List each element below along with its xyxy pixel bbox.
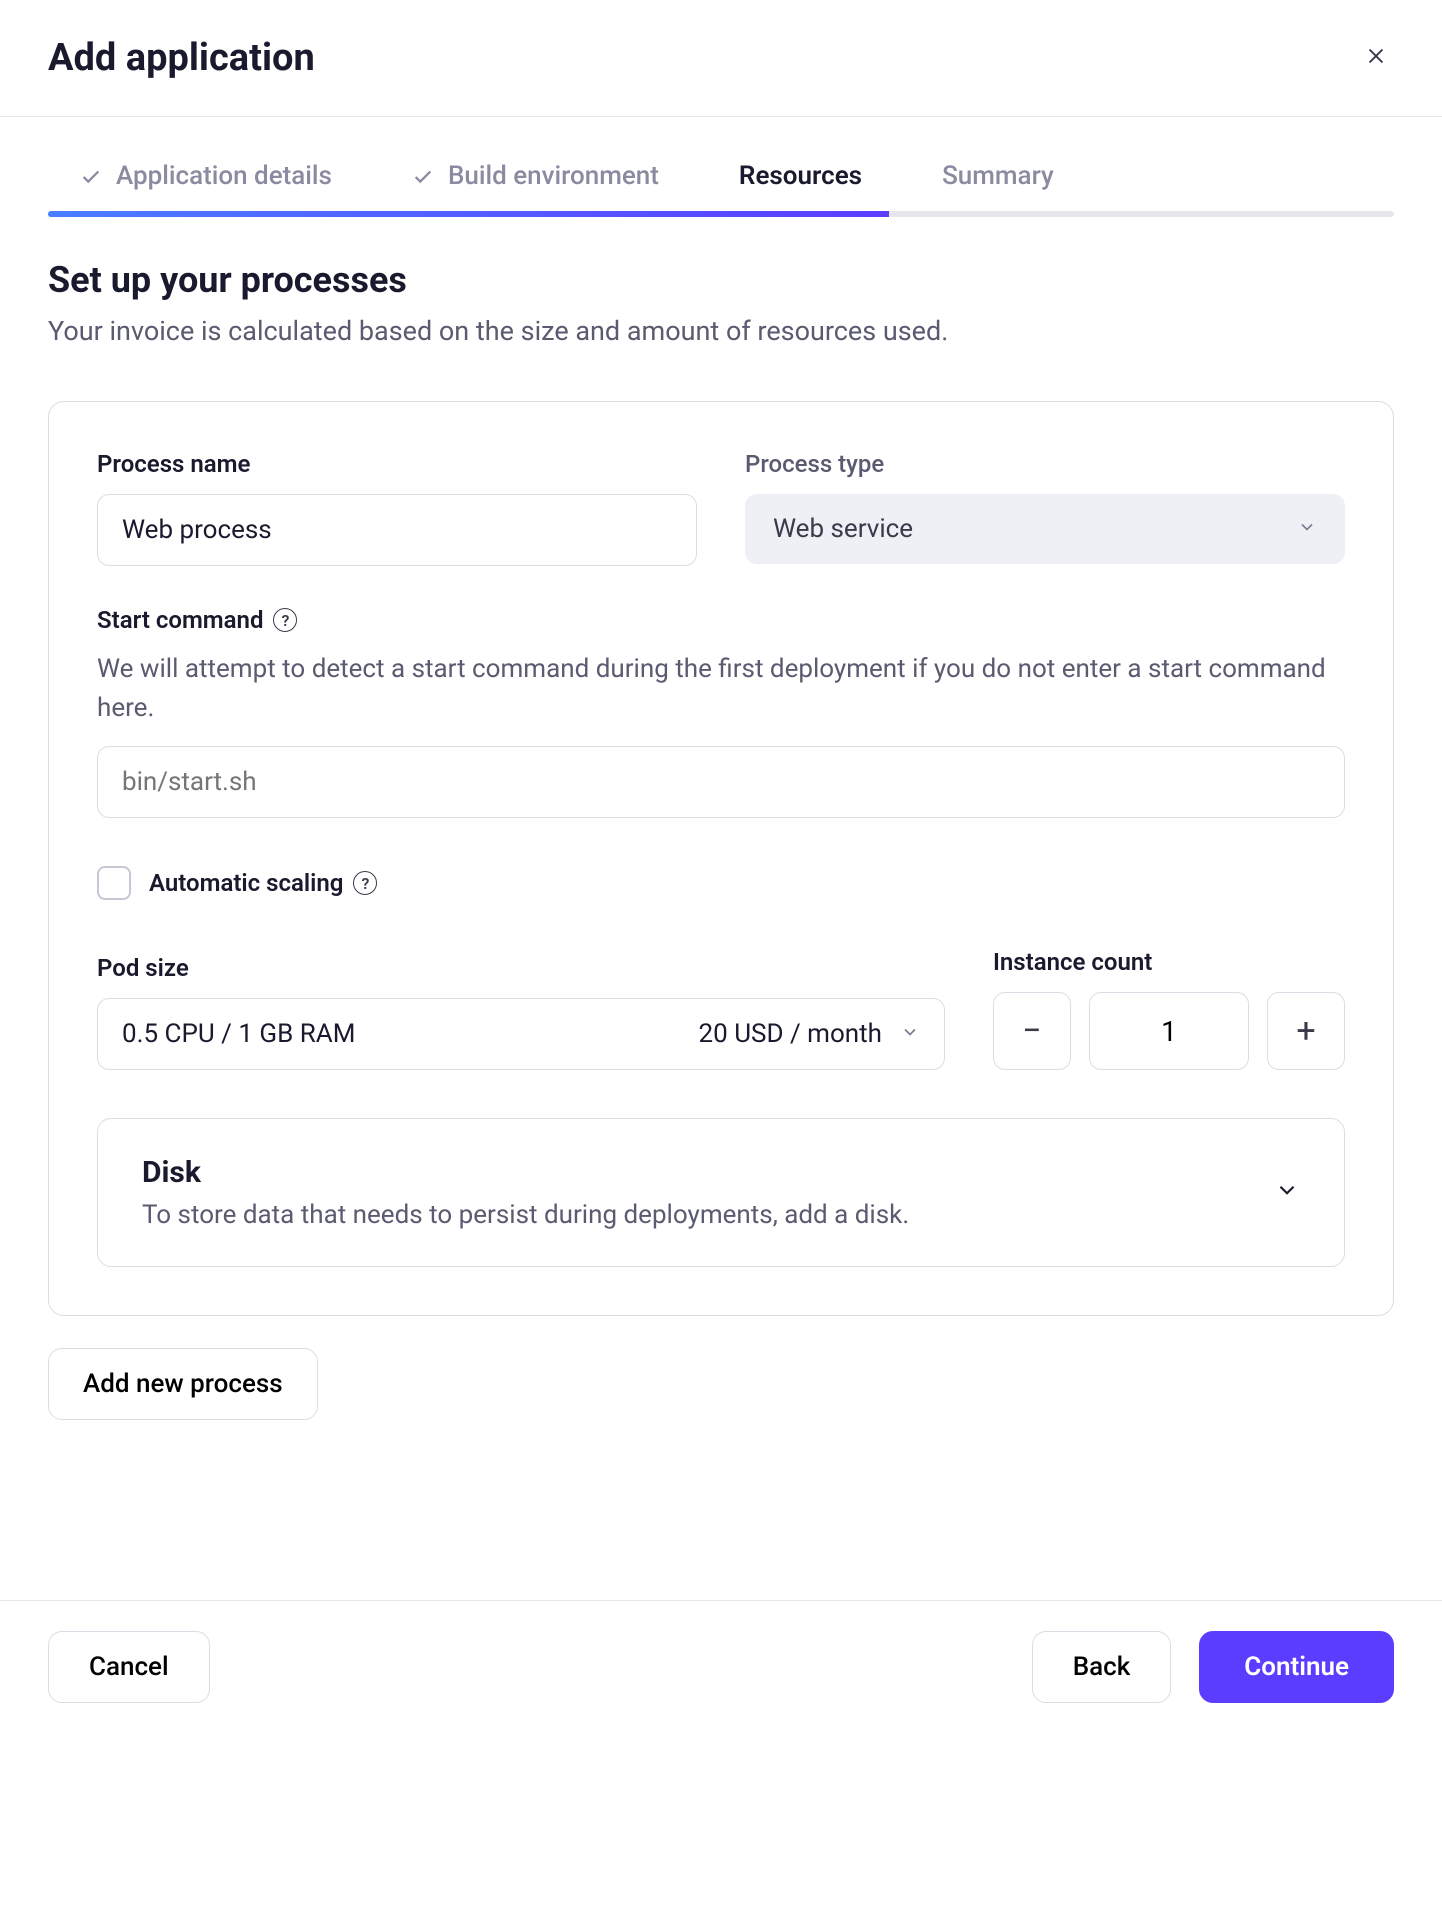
start-command-label: Start command ? xyxy=(97,606,1345,634)
instance-count-label: Instance count xyxy=(993,948,1345,976)
progress-bar xyxy=(48,211,1394,217)
chevron-down-icon xyxy=(900,1019,920,1049)
footer: Cancel Back Continue xyxy=(0,1600,1442,1733)
help-icon[interactable]: ? xyxy=(353,871,377,895)
pod-size-value: 0.5 CPU / 1 GB RAM xyxy=(122,1019,355,1049)
minus-icon: − xyxy=(1022,1011,1041,1051)
automatic-scaling-label: Automatic scaling ? xyxy=(149,869,377,897)
section-title: Set up your processes xyxy=(48,259,1394,301)
step-resources[interactable]: Resources xyxy=(739,161,862,191)
start-command-input[interactable] xyxy=(97,746,1345,818)
stepper: Application details Build environment Re… xyxy=(0,117,1442,217)
chevron-down-icon xyxy=(1274,1177,1300,1209)
close-icon xyxy=(1365,45,1387,71)
step-label: Summary xyxy=(942,161,1054,191)
increment-button[interactable]: + xyxy=(1267,992,1345,1070)
start-command-help: We will attempt to detect a start comman… xyxy=(97,650,1345,728)
step-label: Resources xyxy=(739,161,862,191)
section-desc: Your invoice is calculated based on the … xyxy=(48,315,1394,347)
check-icon xyxy=(80,165,102,187)
process-name-label: Process name xyxy=(97,450,697,478)
check-icon xyxy=(412,165,434,187)
plus-icon: + xyxy=(1296,1011,1315,1051)
content: Set up your processes Your invoice is ca… xyxy=(0,217,1442,1480)
progress-fill xyxy=(48,211,889,217)
disk-desc: To store data that needs to persist duri… xyxy=(142,1200,909,1230)
step-build-environment[interactable]: Build environment xyxy=(412,161,659,191)
step-label: Build environment xyxy=(448,161,659,191)
process-card: Process name Process type Web service St… xyxy=(48,401,1394,1316)
instance-count-input[interactable] xyxy=(1089,992,1249,1070)
pod-size-select[interactable]: 0.5 CPU / 1 GB RAM 20 USD / month xyxy=(97,998,945,1070)
step-label: Application details xyxy=(116,161,332,191)
step-application-details[interactable]: Application details xyxy=(80,161,332,191)
chevron-down-icon xyxy=(1297,514,1317,544)
pod-size-price: 20 USD / month xyxy=(699,1019,882,1049)
process-type-value: Web service xyxy=(773,514,913,544)
disk-expand[interactable]: Disk To store data that needs to persist… xyxy=(97,1118,1345,1267)
add-new-process-button[interactable]: Add new process xyxy=(48,1348,318,1420)
modal-header: Add application xyxy=(0,0,1442,117)
help-icon[interactable]: ? xyxy=(273,608,297,632)
pod-size-label: Pod size xyxy=(97,954,945,982)
instance-count-stepper: − + xyxy=(993,992,1345,1070)
close-button[interactable] xyxy=(1358,40,1394,76)
process-type-select[interactable]: Web service xyxy=(745,494,1345,564)
process-name-input[interactable] xyxy=(97,494,697,566)
step-summary[interactable]: Summary xyxy=(942,161,1054,191)
modal-title: Add application xyxy=(48,36,315,80)
continue-button[interactable]: Continue xyxy=(1199,1631,1394,1703)
cancel-button[interactable]: Cancel xyxy=(48,1631,210,1703)
back-button[interactable]: Back xyxy=(1032,1631,1172,1703)
disk-title: Disk xyxy=(142,1155,909,1190)
decrement-button[interactable]: − xyxy=(993,992,1071,1070)
automatic-scaling-checkbox[interactable] xyxy=(97,866,131,900)
process-type-label: Process type xyxy=(745,450,1345,478)
